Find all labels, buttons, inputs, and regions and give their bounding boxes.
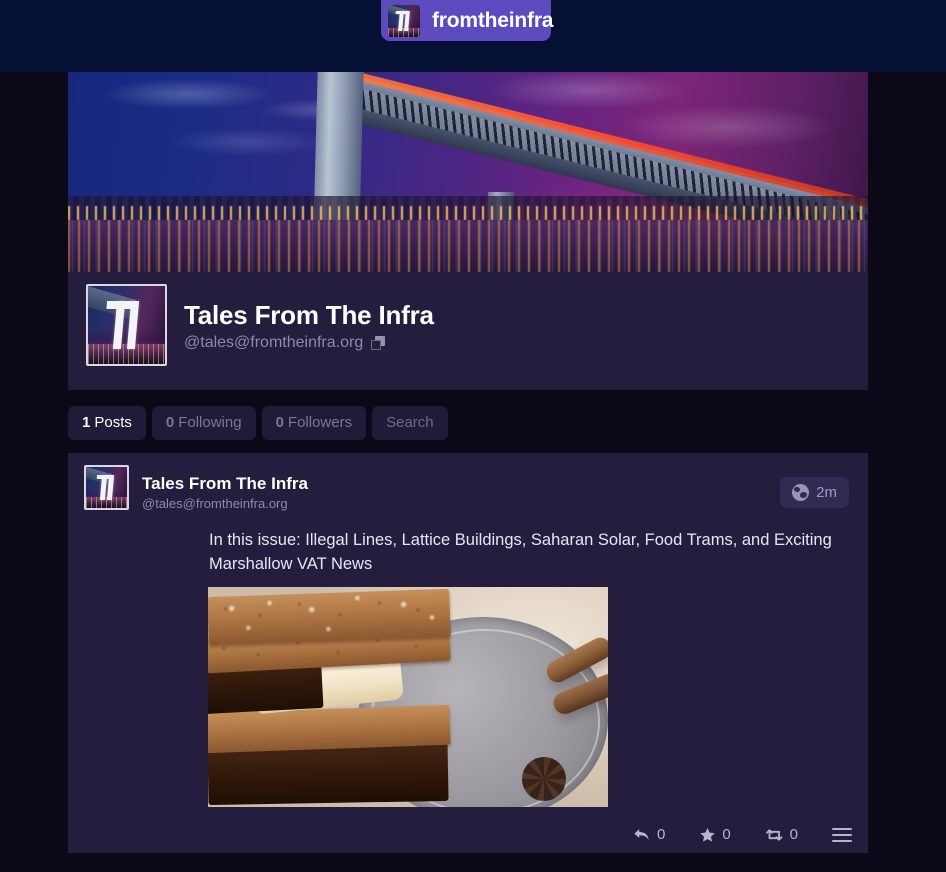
profile-handle: @tales@fromtheinfra.org — [184, 334, 364, 351]
copy-icon[interactable] — [371, 336, 386, 350]
profile-tabs: 1 Posts 0 Following 0 Followers Search — [68, 406, 448, 440]
ti-monogram-logo-icon — [388, 4, 420, 37]
reply-count: 0 — [656, 826, 666, 843]
post-timestamp-badge[interactable]: 2m — [780, 477, 849, 508]
profile-handle-row: @tales@fromtheinfra.org — [184, 334, 386, 352]
post-timestamp: 2m — [816, 484, 837, 501]
reply-arrow-icon — [634, 828, 649, 840]
boost-repeat-icon — [765, 828, 783, 841]
tab-followers-label: Followers — [287, 414, 353, 431]
profile-display-name: Tales From The Infra — [184, 300, 434, 330]
tab-posts-count: 1 — [82, 414, 91, 431]
tab-following-label: Following — [178, 414, 242, 431]
tab-search-label: Search — [386, 414, 434, 431]
profile-banner-image — [68, 72, 868, 272]
post-author-avatar[interactable] — [84, 465, 129, 510]
post-text: In this issue: Illegal Lines, Lattice Bu… — [209, 531, 832, 573]
reply-action[interactable]: 0 — [633, 826, 665, 843]
site-header-pill[interactable]: fromtheinfra — [381, 0, 554, 41]
star-icon — [700, 827, 716, 842]
tab-following[interactable]: 0 Following — [151, 406, 256, 440]
post-header: Tales From The Infra @tales@fromtheinfra… — [68, 453, 868, 515]
post-attachment-image[interactable] — [208, 587, 608, 807]
tab-posts-label: Posts — [94, 414, 132, 431]
post-author-handle[interactable]: @tales@fromtheinfra.org — [142, 496, 288, 511]
post-author-name[interactable]: Tales From The Infra — [142, 474, 308, 494]
favourite-action[interactable]: 0 — [699, 826, 731, 843]
tab-search[interactable]: Search — [372, 406, 448, 440]
post-card: Tales From The Infra @tales@fromtheinfra… — [68, 453, 868, 853]
site-name: fromtheinfra — [432, 8, 554, 32]
tab-following-count: 0 — [165, 414, 175, 431]
profile-card: Tales From The Infra @tales@fromtheinfra… — [68, 72, 868, 390]
boost-count: 0 — [789, 826, 798, 843]
tab-posts[interactable]: 1 Posts — [68, 406, 146, 440]
profile-avatar[interactable] — [86, 284, 167, 366]
boost-action[interactable]: 0 — [765, 826, 798, 843]
hamburger-menu-icon[interactable] — [832, 827, 852, 842]
tab-followers[interactable]: 0 Followers — [261, 406, 367, 440]
favourite-count: 0 — [722, 826, 731, 843]
post-action-bar: 0 0 0 — [633, 826, 852, 843]
globe-icon — [792, 484, 810, 501]
tab-followers-count: 0 — [275, 414, 284, 431]
